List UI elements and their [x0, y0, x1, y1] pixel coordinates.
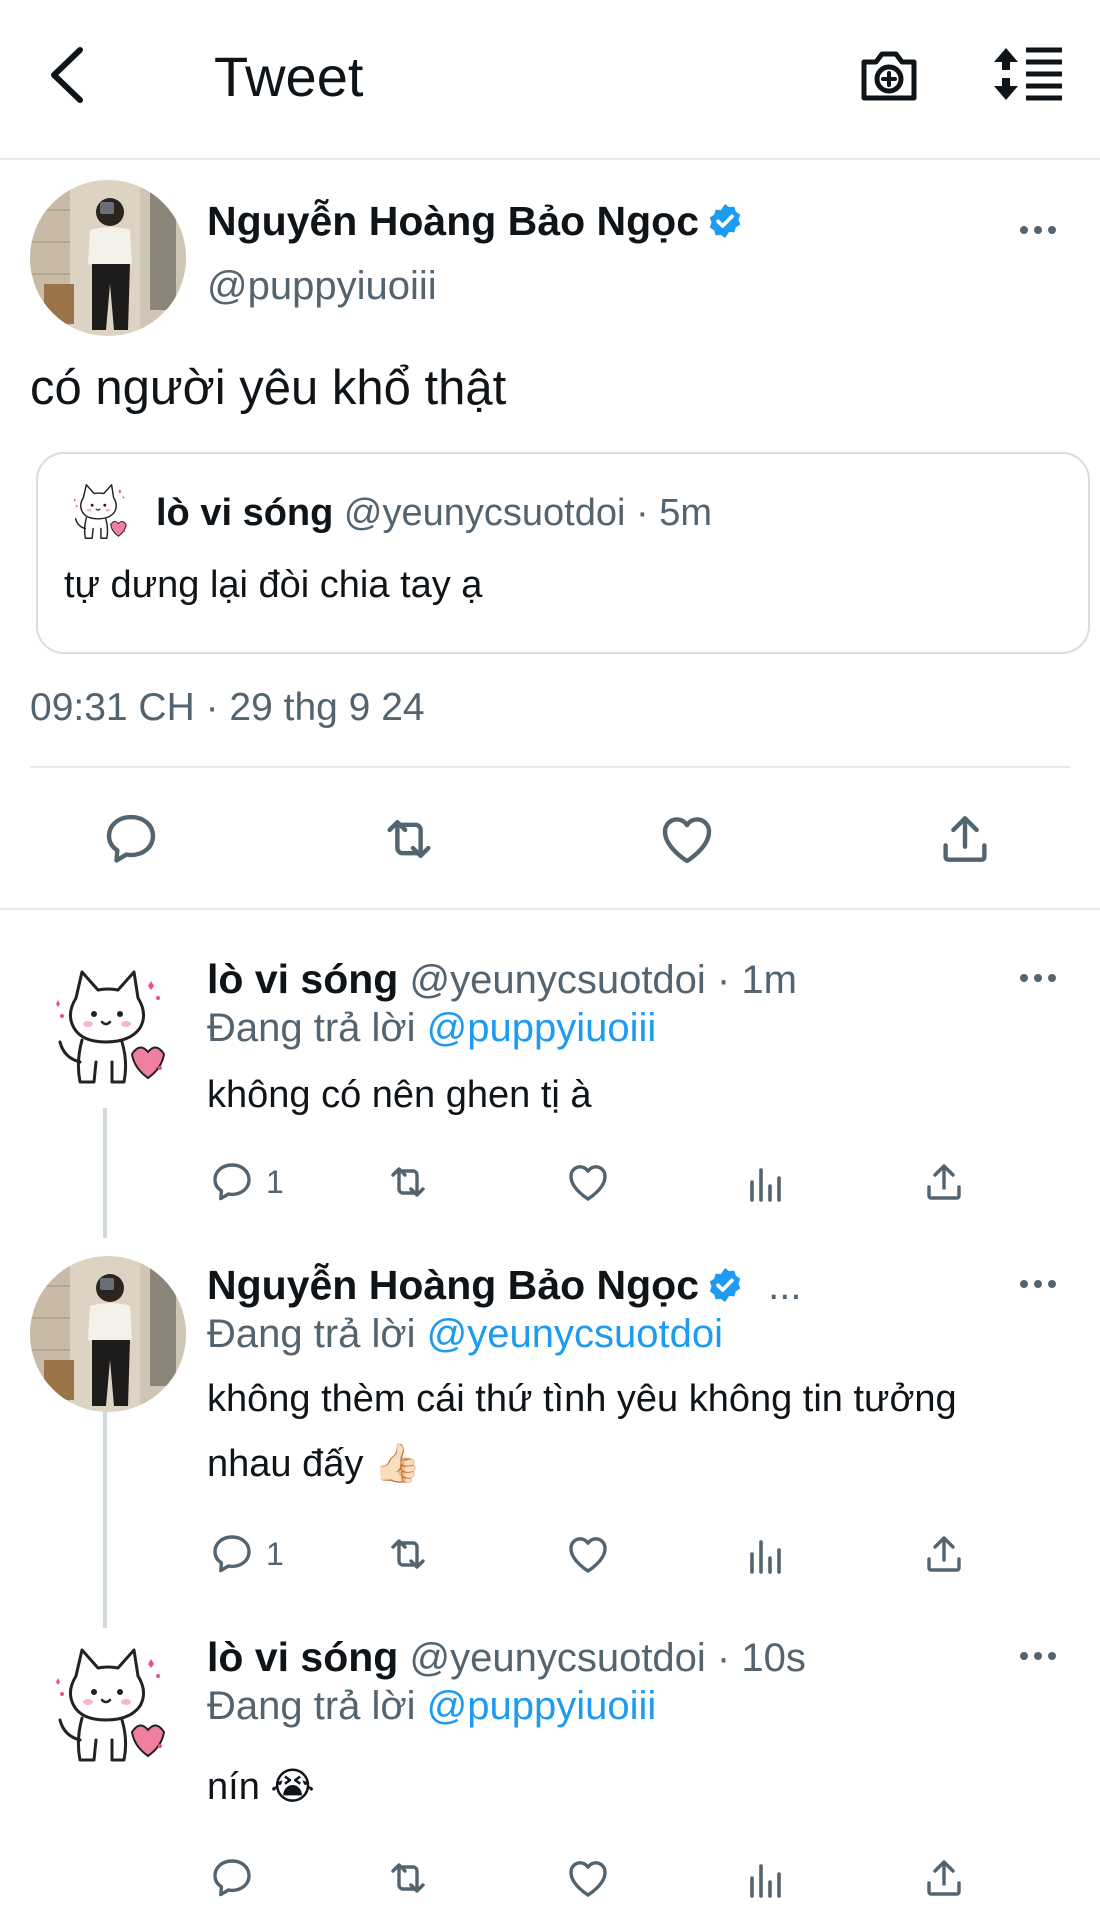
reply-count: 1	[266, 1536, 284, 1572]
reply-count: 1	[266, 1164, 284, 1200]
reply-text: không có nên ghen tị à	[207, 1074, 592, 1116]
reply-meta: ...	[768, 1264, 802, 1308]
replying-to: Đang trả lời @puppyiuoiii	[207, 1006, 657, 1050]
author-name[interactable]: Nguyễn Hoàng Bảo Ngọc	[207, 198, 745, 245]
retweet-icon[interactable]	[384, 1854, 432, 1902]
mention-link[interactable]: @puppyiuoiii	[427, 1684, 657, 1728]
share-icon[interactable]	[920, 1530, 968, 1578]
mention-link[interactable]: @yeunycsuotdoi	[427, 1312, 723, 1356]
author-name[interactable]: Nguyễn Hoàng Bảo Ngọc	[207, 1262, 699, 1308]
avatar	[64, 478, 132, 546]
divider	[30, 766, 1070, 768]
quote-header: lò vi sóng @yeunycsuotdoi · 5m	[156, 492, 712, 535]
heart-icon[interactable]	[564, 1530, 612, 1578]
avatar[interactable]	[36, 1636, 176, 1776]
verified-icon	[705, 201, 745, 241]
retweet-icon[interactable]	[378, 808, 440, 870]
more-options-icon[interactable]	[1018, 1278, 1058, 1290]
more-options-icon[interactable]	[1018, 1650, 1058, 1662]
stats-icon[interactable]	[742, 1160, 790, 1208]
reply-text: nín 😭	[207, 1766, 315, 1808]
chevron-left-icon[interactable]	[40, 42, 96, 108]
reply-icon[interactable]	[208, 1854, 256, 1902]
heart-icon[interactable]	[564, 1854, 612, 1902]
divider	[0, 908, 1100, 910]
more-options-icon[interactable]	[1018, 972, 1058, 984]
avatar[interactable]	[30, 180, 186, 336]
heart-icon[interactable]	[564, 1158, 612, 1206]
author-name[interactable]: lò vi sóng	[207, 956, 398, 1002]
quote-author-name: lò vi sóng	[156, 492, 334, 534]
reply-meta: @yeunycsuotdoi · 1m	[409, 958, 797, 1002]
more-options-icon[interactable]	[1018, 224, 1058, 236]
retweet-icon[interactable]	[384, 1158, 432, 1206]
reply-meta: @yeunycsuotdoi · 10s	[409, 1636, 806, 1680]
quote-text: tự dưng lại đòi chia tay ạ	[64, 564, 483, 606]
mention-link[interactable]: @puppyiuoiii	[427, 1006, 657, 1050]
replying-to: Đang trả lời @yeunycsuotdoi	[207, 1312, 723, 1356]
author-handle[interactable]: @puppyiuoiii	[207, 264, 437, 309]
reply-text-line: nhau đấy 👍🏻	[207, 1443, 422, 1485]
heart-icon[interactable]	[656, 808, 718, 870]
tweet-text: có người yêu khổ thật	[30, 361, 507, 415]
top-bar: Tweet	[0, 0, 1100, 160]
quote-meta: @yeunycsuotdoi · 5m	[343, 492, 712, 534]
reply-header: Nguyễn Hoàng Bảo Ngọc ...	[207, 1262, 802, 1309]
avatar[interactable]	[36, 958, 176, 1098]
replying-to: Đang trả lời @puppyiuoiii	[207, 1684, 657, 1728]
thread-line	[103, 1410, 107, 1628]
avatar[interactable]	[30, 1256, 186, 1412]
author-name[interactable]: lò vi sóng	[207, 1634, 398, 1680]
stats-icon[interactable]	[742, 1856, 790, 1904]
sort-lines-icon[interactable]	[992, 46, 1064, 102]
share-icon[interactable]	[920, 1854, 968, 1902]
share-icon[interactable]	[920, 1158, 968, 1206]
reply-text-line: không thèm cái thứ tình yêu không tin tư…	[207, 1378, 957, 1420]
reply-header: lò vi sóng @yeunycsuotdoi · 1m	[207, 956, 797, 1003]
page-title: Tweet	[214, 45, 364, 108]
camera-plus-icon[interactable]	[858, 44, 920, 106]
quoted-tweet[interactable]: lò vi sóng @yeunycsuotdoi · 5m tự dưng l…	[36, 452, 1090, 654]
stats-icon[interactable]	[742, 1532, 790, 1580]
verified-icon	[705, 1265, 745, 1305]
reply-header: lò vi sóng @yeunycsuotdoi · 10s	[207, 1634, 806, 1681]
reply-icon[interactable]	[100, 808, 162, 870]
retweet-icon[interactable]	[384, 1530, 432, 1578]
share-icon[interactable]	[934, 808, 996, 870]
thread-line	[103, 1108, 107, 1238]
reply-icon[interactable]	[208, 1158, 256, 1206]
tweet-timestamp[interactable]: 09:31 CH · 29 thg 9 24	[30, 686, 425, 730]
reply-icon[interactable]	[208, 1530, 256, 1578]
